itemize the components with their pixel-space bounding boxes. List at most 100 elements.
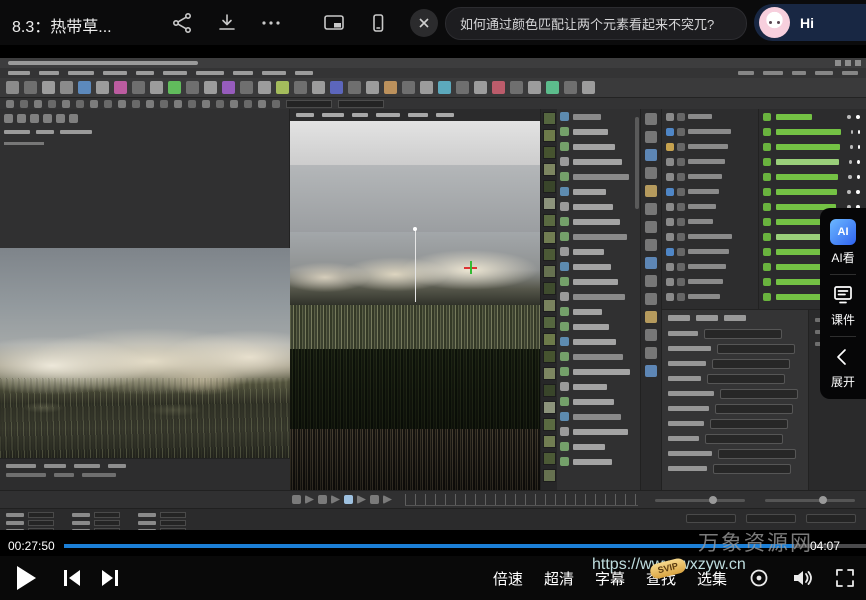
tree-row bbox=[759, 124, 866, 139]
more-icon[interactable] bbox=[259, 11, 283, 35]
viewport-grass-dry bbox=[290, 429, 540, 490]
c4d-icon-blur bbox=[560, 322, 569, 331]
c4d-text-blur bbox=[668, 466, 707, 471]
c4d-icon-blur bbox=[188, 100, 196, 108]
previous-icon[interactable] bbox=[61, 567, 83, 589]
visibility-dot bbox=[849, 160, 852, 164]
user-chip[interactable]: Hi bbox=[754, 4, 866, 41]
c4d-text-blur bbox=[815, 71, 833, 75]
panel-icon-column bbox=[640, 109, 662, 490]
attrs-field bbox=[704, 329, 782, 339]
c4d-text-blur bbox=[668, 421, 704, 426]
c4d-text-blur bbox=[696, 315, 718, 321]
divider bbox=[830, 274, 856, 275]
c4d-icon-blur bbox=[366, 81, 379, 94]
c4d-icon-blur bbox=[666, 218, 674, 226]
visibility-dot bbox=[847, 190, 851, 194]
c4d-text-blur bbox=[72, 521, 90, 525]
c4d-icon-blur bbox=[204, 81, 217, 94]
status-field bbox=[686, 514, 736, 523]
quality-button[interactable]: 超清 bbox=[544, 568, 574, 589]
c4d-icon-blur bbox=[60, 81, 73, 94]
danmaku-settings-icon[interactable] bbox=[748, 567, 770, 589]
visibility-dot bbox=[850, 145, 853, 149]
attrs-row bbox=[662, 416, 808, 431]
coord-row bbox=[138, 512, 186, 518]
object-row bbox=[557, 349, 640, 364]
c4d-text-blur bbox=[688, 279, 723, 284]
next-icon[interactable] bbox=[99, 567, 121, 589]
greeting-text: Hi bbox=[800, 15, 814, 31]
progress-row: 00:27:50 04:07 bbox=[0, 538, 866, 554]
c4d-field bbox=[286, 100, 332, 108]
c4d-mini-toolbar bbox=[4, 114, 78, 123]
pip-icon[interactable] bbox=[322, 11, 346, 35]
search-box[interactable]: 如何通过颜色匹配让两个元素看起来不突兀? bbox=[445, 7, 747, 40]
c4d-icon-blur bbox=[150, 81, 163, 94]
coord-field bbox=[94, 520, 120, 526]
c4d-icon-blur bbox=[666, 248, 674, 256]
subtitle-button[interactable]: 字幕 bbox=[595, 568, 625, 589]
material-thumb bbox=[543, 299, 556, 312]
speed-button[interactable]: 倍速 bbox=[493, 568, 523, 589]
download-icon[interactable] bbox=[215, 11, 239, 35]
attribute-manager bbox=[662, 309, 808, 490]
c4d-icon-blur bbox=[560, 352, 569, 361]
c4d-icon-blur bbox=[402, 81, 415, 94]
episodes-button[interactable]: 选集 bbox=[697, 568, 727, 589]
c4d-text-row bbox=[6, 464, 284, 468]
c4d-text-blur bbox=[296, 113, 314, 117]
video-title: 8.3：热带草... bbox=[12, 13, 112, 37]
object-list bbox=[557, 109, 640, 490]
c4d-icon-blur bbox=[763, 203, 771, 211]
c4d-icon-blur bbox=[258, 81, 271, 94]
expand-button[interactable]: 展开 bbox=[831, 345, 855, 390]
fullscreen-icon[interactable] bbox=[834, 567, 856, 589]
c4d-icon-blur bbox=[560, 337, 569, 346]
c4d-icon-blur bbox=[174, 100, 182, 108]
share-icon[interactable] bbox=[170, 11, 194, 35]
ai-watch-button[interactable]: AI AI看 bbox=[830, 219, 856, 266]
c4d-icon-blur bbox=[186, 81, 199, 94]
play-icon[interactable] bbox=[17, 566, 36, 590]
c4d-text-blur bbox=[724, 315, 746, 321]
current-time: 00:27:50 bbox=[8, 539, 55, 553]
c4d-text-blur bbox=[573, 444, 605, 450]
c4d-icon-blur bbox=[438, 81, 451, 94]
c4d-icon-blur bbox=[763, 173, 771, 181]
object-row bbox=[557, 199, 640, 214]
close-icon[interactable] bbox=[410, 9, 438, 37]
c4d-text-blur bbox=[688, 144, 728, 149]
panel-tab-icon bbox=[645, 149, 657, 161]
c4d-icon-blur bbox=[272, 100, 280, 108]
volume-icon[interactable] bbox=[791, 567, 813, 589]
ai-side-panel: AI AI看 课件 展开 bbox=[820, 208, 866, 399]
c4d-timeline bbox=[0, 490, 866, 508]
courseware-button[interactable]: 课件 bbox=[831, 283, 855, 328]
progress-bar[interactable] bbox=[64, 544, 866, 548]
visibility-dot bbox=[856, 190, 860, 194]
c4d-icon-blur bbox=[240, 81, 253, 94]
c4d-text-blur bbox=[573, 144, 615, 150]
object-row bbox=[557, 259, 640, 274]
panel-tab-icon bbox=[645, 203, 657, 215]
object-row bbox=[557, 169, 640, 184]
video-surface[interactable] bbox=[0, 45, 866, 540]
attrs-field bbox=[720, 389, 798, 399]
c4d-icon-blur bbox=[560, 217, 569, 226]
c4d-text-blur bbox=[573, 309, 602, 315]
c4d-text-blur bbox=[8, 71, 30, 75]
panel-tab-icon bbox=[645, 329, 657, 341]
attrs-row bbox=[662, 401, 808, 416]
reference-photo-viewport bbox=[0, 248, 290, 458]
panel-tab-icon bbox=[645, 167, 657, 179]
c4d-text-blur bbox=[573, 339, 616, 345]
visibility-dot bbox=[851, 130, 853, 134]
c4d-text-row bbox=[4, 130, 92, 134]
c4d-text-row bbox=[6, 473, 284, 477]
c4d-icon-blur bbox=[560, 202, 569, 211]
manager-row bbox=[662, 139, 758, 154]
c4d-icon-blur bbox=[114, 81, 127, 94]
material-thumb bbox=[543, 401, 556, 414]
portrait-mode-icon[interactable] bbox=[366, 11, 390, 35]
